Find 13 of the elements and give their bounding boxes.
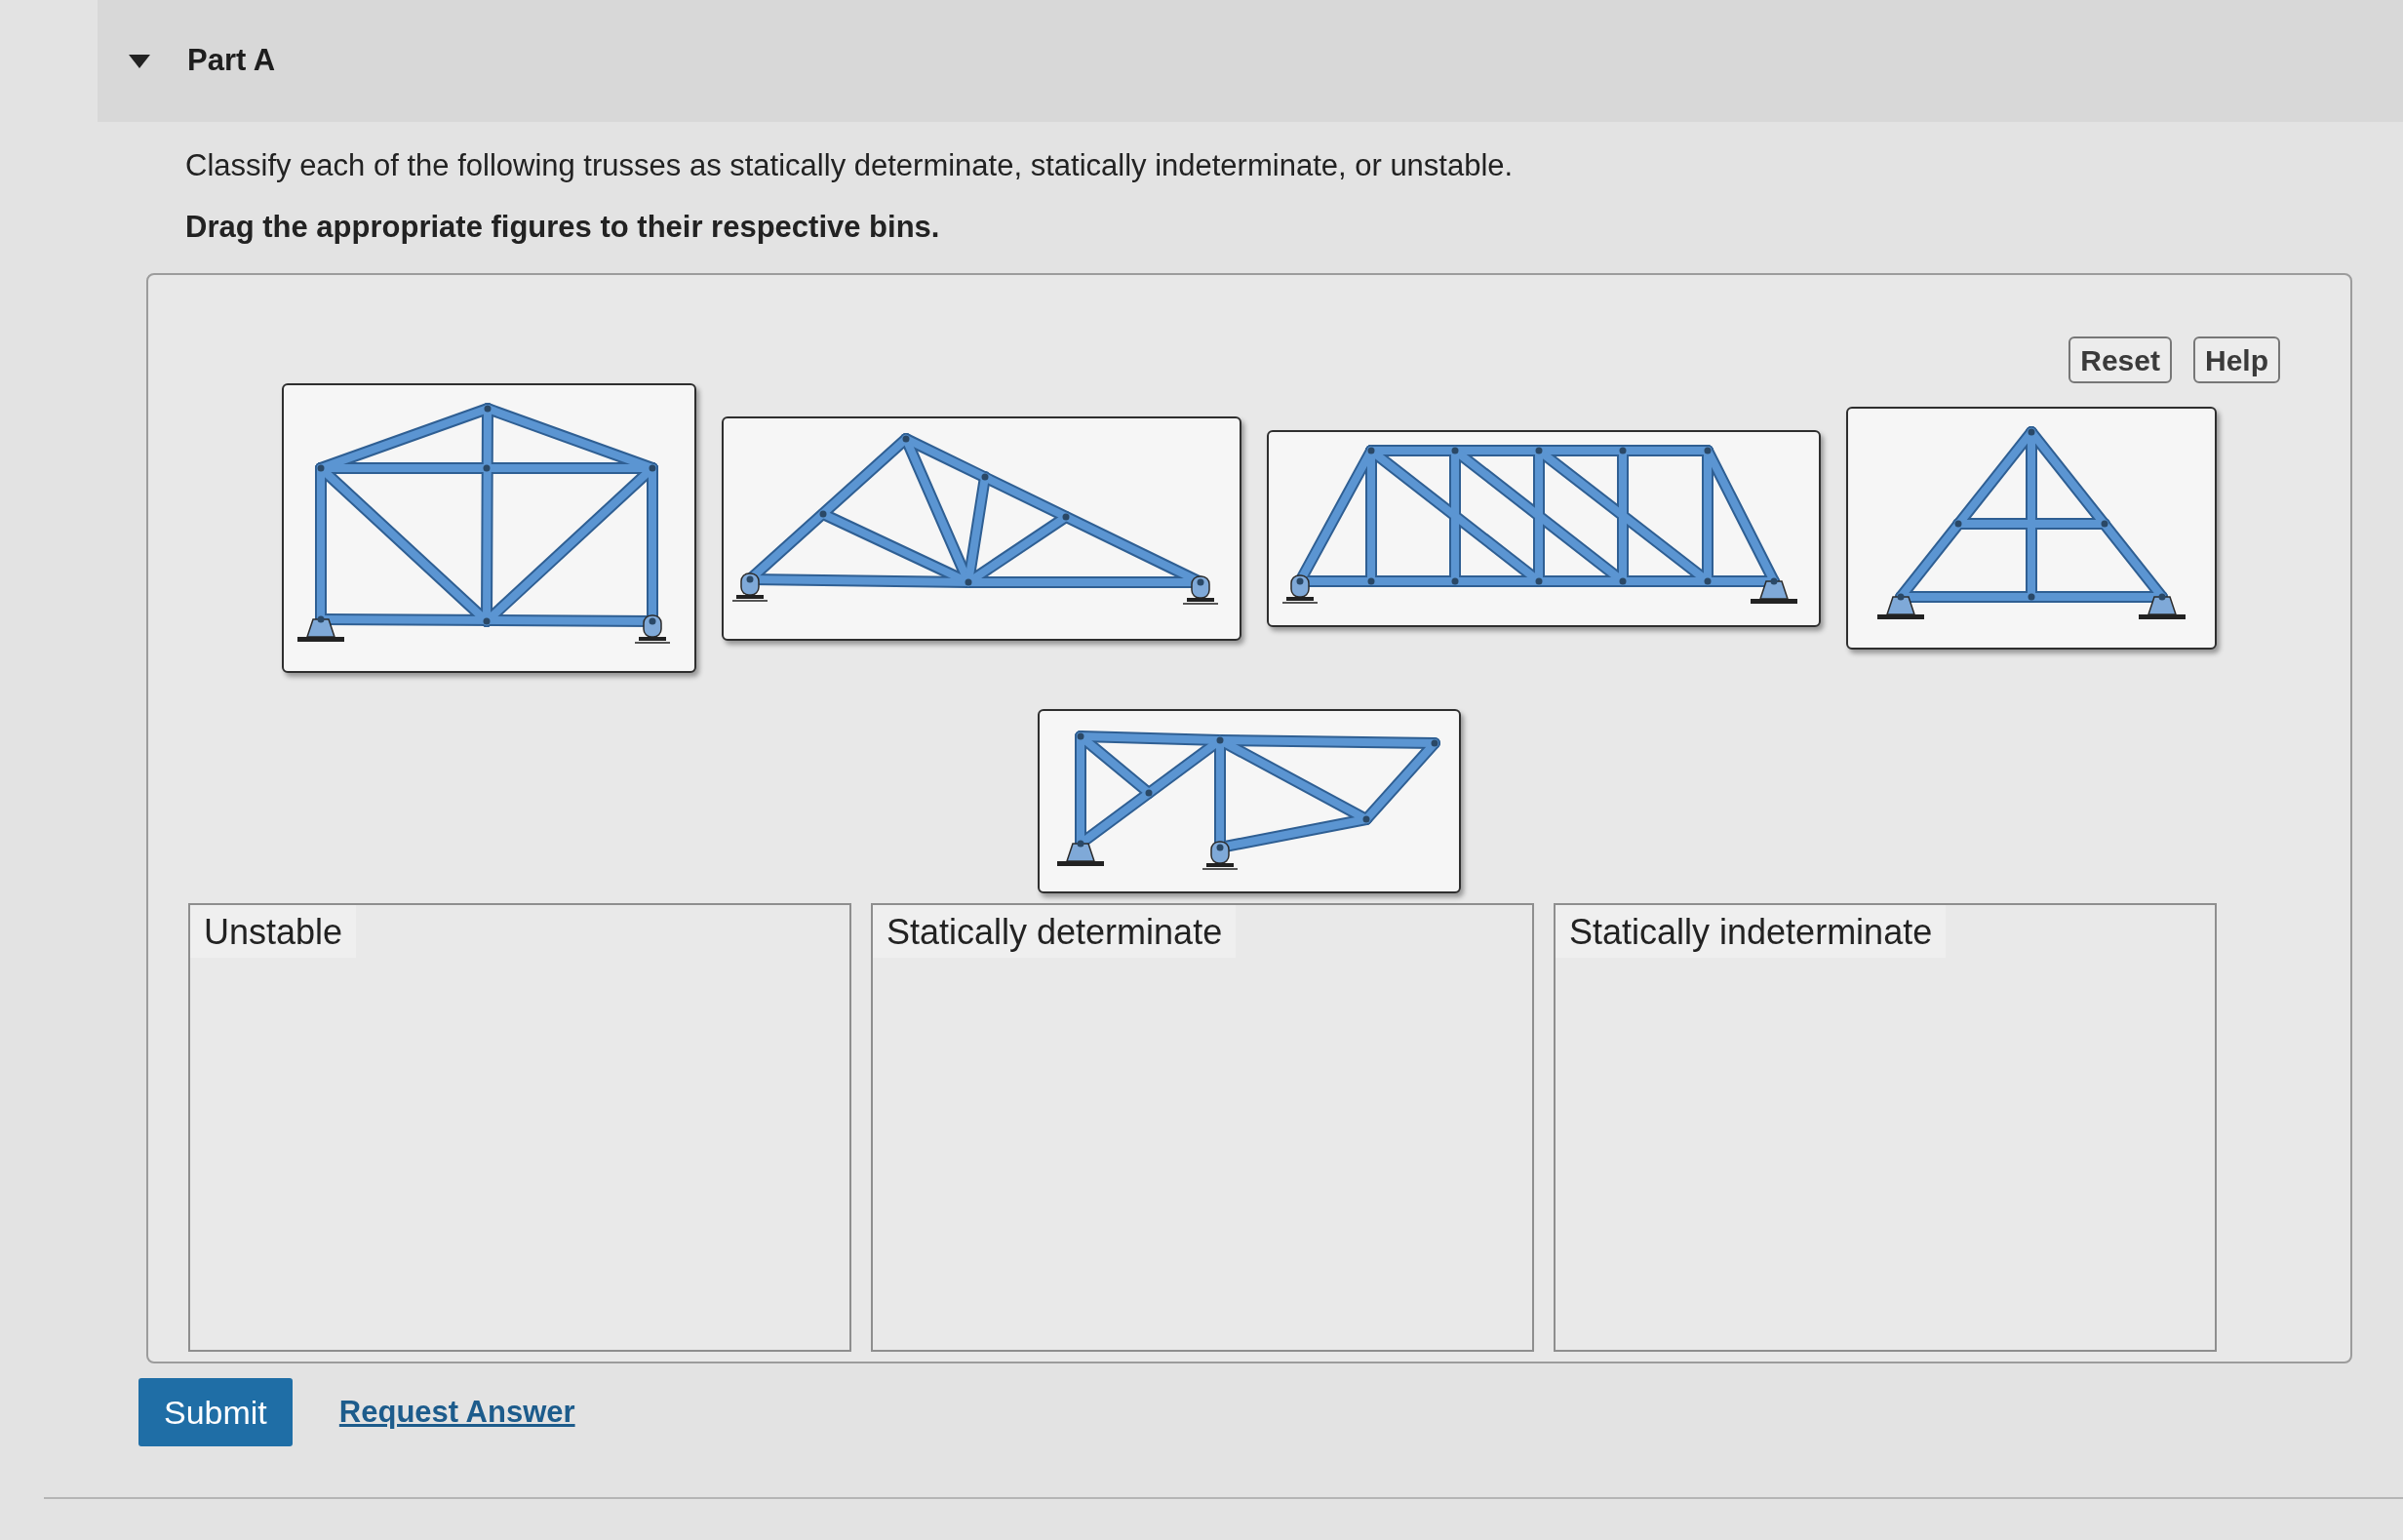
request-answer-link[interactable]: Request Answer [338,1389,575,1436]
panel-button[interactable]: Reset [2068,336,2172,383]
section-toggle[interactable]: Part A [129,38,276,84]
bin-label: Unstable [190,905,357,958]
bin-label: Statically determinate [873,905,1237,958]
panel-button[interactable]: Help [2193,336,2280,383]
instruction-text: Drag the appropriate figures to their respective bins. [185,209,941,246]
submit-button[interactable]: Submit [138,1378,293,1446]
question-text: Classify each of the following trusses as statically determinate, statically indeterminate, or unstable. [185,147,1515,184]
drop-bin[interactable]: Unstable [188,903,851,1352]
drop-bin[interactable]: Statically determinate [871,903,1534,1352]
drop-bin[interactable]: Statically indeterminate [1554,903,2217,1352]
bin-label: Statically indeterminate [1556,905,1947,958]
